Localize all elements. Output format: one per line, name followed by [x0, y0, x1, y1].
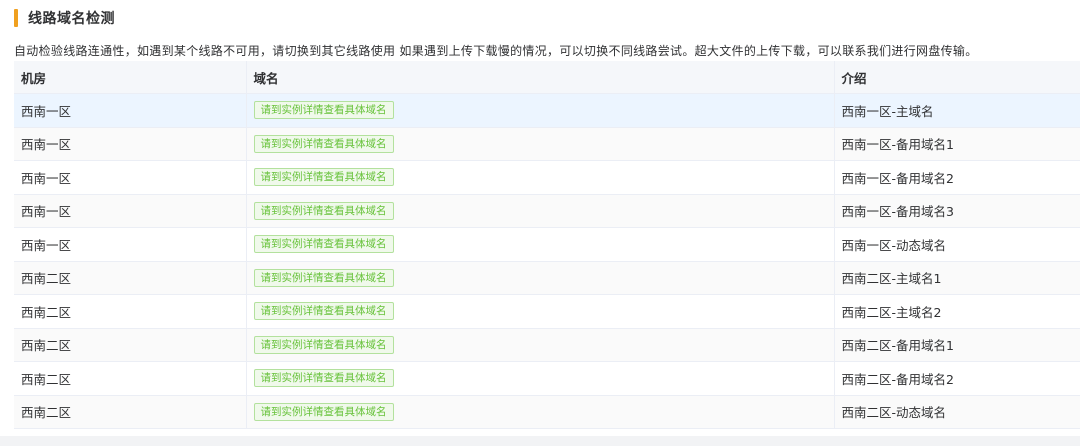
table-row[interactable]: 西南一区 请到实例详情查看具体域名 西南一区-主域名 [14, 93, 1080, 128]
cell-domain: 请到实例详情查看具体域名 [245, 127, 834, 161]
section-title: 线路域名检测 [28, 11, 115, 27]
cell-intro: 西南二区-主域名2 [833, 294, 1080, 329]
cell-intro: 西南一区-动态域名 [833, 227, 1080, 262]
table-row[interactable]: 西南二区 请到实例详情查看具体域名 西南二区-备用域名1 [14, 328, 1080, 362]
table-body: 西南一区 请到实例详情查看具体域名 西南一区-主域名 西南一区 请到实例详情查看具体域名… [14, 93, 1080, 429]
cell-intro: 西南一区-主域名 [833, 93, 1080, 128]
domain-tag[interactable]: 请到实例详情查看具体域名 [253, 168, 394, 187]
cell-domain: 请到实例详情查看具体域名 [245, 160, 834, 195]
section-header: 线路域名检测 [14, 7, 115, 29]
cell-intro: 西南二区-动态域名 [833, 395, 1080, 429]
cell-intro: 西南一区-备用域名2 [833, 160, 1080, 195]
domain-tag[interactable]: 请到实例详情查看具体域名 [253, 134, 394, 153]
cell-room: 西南二区 [14, 361, 246, 396]
cell-room: 西南一区 [14, 194, 246, 228]
cell-intro: 西南二区-备用域名1 [833, 328, 1080, 362]
domain-tag[interactable]: 请到实例详情查看具体域名 [253, 268, 394, 287]
cell-domain: 请到实例详情查看具体域名 [245, 227, 834, 262]
cell-domain: 请到实例详情查看具体域名 [245, 93, 834, 128]
title-accent-bar [14, 9, 18, 27]
line-domain-check-card: 线路域名检测 自动检验线路连通性，如遇到某个线路不可用，请切换到其它线路使用 如… [0, 0, 1080, 446]
table-row[interactable]: 西南一区 请到实例详情查看具体域名 西南一区-动态域名 [14, 227, 1080, 262]
column-header-room: 机房 [14, 61, 246, 94]
cell-room: 西南一区 [14, 160, 246, 195]
cell-domain: 请到实例详情查看具体域名 [245, 328, 834, 362]
cell-room: 西南一区 [14, 127, 246, 161]
cell-domain: 请到实例详情查看具体域名 [245, 261, 834, 295]
domain-tag[interactable]: 请到实例详情查看具体域名 [253, 369, 394, 388]
domain-tag[interactable]: 请到实例详情查看具体域名 [253, 335, 394, 354]
cell-room: 西南二区 [14, 328, 246, 362]
bottom-divider [0, 436, 1080, 446]
cell-domain: 请到实例详情查看具体域名 [245, 294, 834, 329]
domain-table: 机房 域名 介绍 西南一区 请到实例详情查看具体域名 西南一区-主域名 西南一区 请到实… [14, 61, 1080, 429]
table-row[interactable]: 西南一区 请到实例详情查看具体域名 西南一区-备用域名3 [14, 194, 1080, 228]
domain-tag[interactable]: 请到实例详情查看具体域名 [253, 201, 394, 220]
column-header-domain: 域名 [245, 61, 834, 94]
domain-tag[interactable]: 请到实例详情查看具体域名 [253, 101, 394, 120]
cell-intro: 西南二区-主域名1 [833, 261, 1080, 295]
cell-domain: 请到实例详情查看具体域名 [245, 361, 834, 396]
cell-intro: 西南一区-备用域名1 [833, 127, 1080, 161]
cell-intro: 西南一区-备用域名3 [833, 194, 1080, 228]
table-row[interactable]: 西南二区 请到实例详情查看具体域名 西南二区-主域名1 [14, 261, 1080, 295]
table-row[interactable]: 西南一区 请到实例详情查看具体域名 西南一区-备用域名2 [14, 160, 1080, 195]
cell-domain: 请到实例详情查看具体域名 [245, 194, 834, 228]
cell-room: 西南二区 [14, 395, 246, 429]
cell-room: 西南二区 [14, 261, 246, 295]
table-header-row: 机房 域名 介绍 [14, 61, 1080, 94]
table-row[interactable]: 西南二区 请到实例详情查看具体域名 西南二区-主域名2 [14, 294, 1080, 329]
domain-tag[interactable]: 请到实例详情查看具体域名 [253, 302, 394, 321]
table-row[interactable]: 西南二区 请到实例详情查看具体域名 西南二区-备用域名2 [14, 361, 1080, 396]
table-row[interactable]: 西南一区 请到实例详情查看具体域名 西南一区-备用域名1 [14, 127, 1080, 161]
cell-room: 西南一区 [14, 93, 246, 128]
cell-domain: 请到实例详情查看具体域名 [245, 395, 834, 429]
cell-room: 西南二区 [14, 294, 246, 329]
table-row[interactable]: 西南二区 请到实例详情查看具体域名 西南二区-动态域名 [14, 395, 1080, 429]
column-header-intro: 介绍 [833, 61, 1080, 94]
domain-tag[interactable]: 请到实例详情查看具体域名 [253, 235, 394, 254]
cell-room: 西南一区 [14, 227, 246, 262]
cell-intro: 西南二区-备用域名2 [833, 361, 1080, 396]
domain-tag[interactable]: 请到实例详情查看具体域名 [253, 402, 394, 421]
section-description: 自动检验线路连通性，如遇到某个线路不可用，请切换到其它线路使用 如果遇到上传下载… [14, 44, 978, 58]
